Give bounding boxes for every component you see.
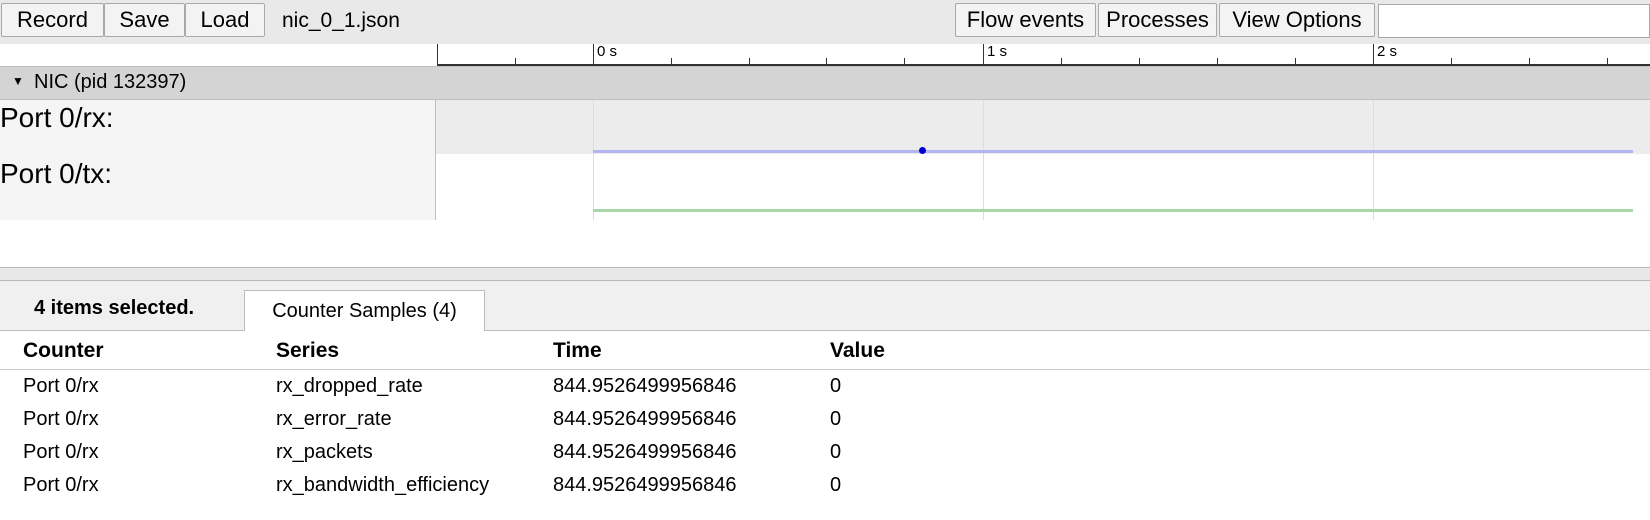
triangle-down-icon[interactable]: ▼ xyxy=(12,74,24,88)
counter-canvas-tx[interactable] xyxy=(437,154,1650,220)
cell-time: 844.9526499956846 xyxy=(553,408,737,430)
track-label-tx: Port 0/tx: xyxy=(0,158,113,189)
cell-value: 0 xyxy=(830,375,842,397)
analysis-header: 4 items selected. Counter Samples (4) xyxy=(0,281,1650,331)
track-port-rx[interactable]: Port 0/rx: xyxy=(0,100,1650,154)
cell-series: rx_dropped_rate xyxy=(276,375,423,397)
cell-counter: Port 0/rx xyxy=(23,375,99,397)
process-header[interactable]: ▼ NIC (pid 132397) xyxy=(0,66,1650,100)
column-header-series[interactable]: Series xyxy=(276,339,339,363)
cell-counter: Port 0/rx xyxy=(23,408,99,430)
time-ruler[interactable]: 0 s 1 s 2 s xyxy=(0,43,1650,66)
column-header-counter[interactable]: Counter xyxy=(23,339,104,363)
ruler-label-0s: 0 s xyxy=(597,43,618,60)
cell-series: rx_bandwidth_efficiency xyxy=(276,474,490,496)
view-options-button[interactable]: View Options xyxy=(1219,3,1375,37)
cell-series: rx_packets xyxy=(276,441,373,463)
cell-series: rx_error_rate xyxy=(276,408,392,430)
cell-counter: Port 0/rx xyxy=(23,441,99,463)
track-label-rx: Port 0/rx: xyxy=(0,102,114,133)
column-header-value[interactable]: Value xyxy=(830,339,885,363)
file-name: nic_0_1.json xyxy=(282,9,400,32)
table-row[interactable]: Port 0/rx rx_bandwidth_efficiency 844.95… xyxy=(0,470,1650,503)
table-row[interactable]: Port 0/rx rx_packets 844.9526499956846 0 xyxy=(0,437,1650,470)
cell-value: 0 xyxy=(830,408,842,430)
counter-samples-table: Counter Series Time Value Port 0/rx rx_d… xyxy=(0,331,1650,520)
panel-splitter[interactable] xyxy=(0,267,1650,281)
table-header: Counter Series Time Value xyxy=(0,331,1650,370)
cell-value: 0 xyxy=(830,441,842,463)
cell-value: 0 xyxy=(830,474,842,496)
load-button[interactable]: Load xyxy=(185,3,265,37)
search-input[interactable] xyxy=(1378,4,1650,38)
toolbar: Record Save Load nic_0_1.json Flow event… xyxy=(0,0,1650,45)
counter-line-tx xyxy=(593,209,1633,212)
flow-events-button[interactable]: Flow events xyxy=(955,3,1096,37)
cell-counter: Port 0/rx xyxy=(23,474,99,496)
save-button[interactable]: Save xyxy=(104,3,185,37)
ruler-label-1s: 1 s xyxy=(987,43,1008,60)
process-title: NIC (pid 132397) xyxy=(34,71,187,93)
table-row[interactable]: Port 0/rx rx_dropped_rate 844.9526499956… xyxy=(0,371,1650,404)
counter-line-rx xyxy=(593,150,1633,153)
counter-canvas-rx[interactable] xyxy=(437,100,1650,154)
selection-summary: 4 items selected. xyxy=(34,297,195,319)
cell-time: 844.9526499956846 xyxy=(553,441,737,463)
cell-time: 844.9526499956846 xyxy=(553,375,737,397)
selected-sample-marker[interactable] xyxy=(919,147,926,154)
tab-counter-samples[interactable]: Counter Samples (4) xyxy=(244,290,485,331)
processes-button[interactable]: Processes xyxy=(1098,3,1217,37)
table-row[interactable]: Port 0/rx rx_error_rate 844.952649995684… xyxy=(0,404,1650,437)
column-header-time[interactable]: Time xyxy=(553,339,602,363)
track-port-tx[interactable]: Port 0/tx: xyxy=(0,154,1650,220)
record-button[interactable]: Record xyxy=(1,3,104,37)
ruler-label-2s: 2 s xyxy=(1377,43,1398,60)
cell-time: 844.9526499956846 xyxy=(553,474,737,496)
